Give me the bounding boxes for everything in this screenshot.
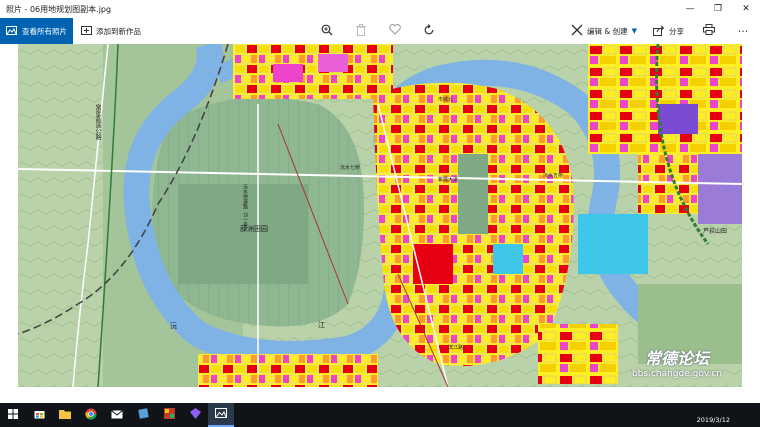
taskbar-mail[interactable] [104,403,130,427]
share-label: 分享 [669,26,684,36]
windows-icon [8,408,18,422]
rotate-button[interactable] [412,18,446,44]
view-all-photos-label: 查看所有照片 [22,26,67,36]
gem-icon [189,408,201,422]
chrome-icon [85,408,97,423]
watermark-brand: 常德论坛 [644,349,709,368]
share-icon [653,25,665,38]
minimize-button[interactable]: — [676,0,704,18]
taskbar-app-5[interactable] [130,403,156,427]
river-label-jiang: 江 [318,321,325,329]
land-use-map[interactable]: 沅 江 薛洲田园 常张高速公路 沅水七桥 沅水五桥 芦荻山田 紫霞大道 沅水快速… [18,44,742,387]
maximize-button[interactable]: ❐ [704,0,732,18]
zoom-button[interactable] [310,18,344,44]
heart-icon [389,24,401,38]
taskbar-chrome[interactable] [78,403,104,427]
zoom-icon [321,24,333,39]
center-tools [310,18,446,44]
taskbar-store[interactable] [26,403,52,427]
more-button[interactable]: ··· [726,18,760,44]
close-button[interactable]: ✕ [732,0,760,18]
app-grid-icon [163,408,175,422]
edit-create-button[interactable]: 编辑 & 创建 ▼ [563,18,645,44]
right-tools: 编辑 & 创建 ▼ 分享 ··· [563,18,760,44]
taskbar-photos[interactable] [208,403,234,427]
clock-date: 2019/3/12 [696,416,730,424]
taskbar: 2019/3/12 [0,403,760,427]
chevron-down-icon: ▼ [631,27,637,35]
taskbar-explorer[interactable] [52,403,78,427]
road-label-4: 紫霞大道 [438,177,459,183]
store-icon [34,408,45,422]
photos-app-icon [215,407,227,421]
taskbar-app-7[interactable] [182,403,208,427]
add-creation-icon [81,25,92,37]
system-clock[interactable]: 2019/3/12 [697,405,730,425]
add-to-creation-button[interactable]: 添加到新作品 [73,18,149,44]
edit-create-label: 编辑 & 创建 [586,26,628,36]
road-label-3: 芦荻山田 [703,228,728,235]
share-button[interactable]: 分享 [645,18,692,44]
print-icon [703,24,715,38]
taskbar-app-6[interactable] [156,403,182,427]
view-all-photos-button[interactable]: 查看所有照片 [0,18,73,44]
mail-icon [111,409,123,422]
add-to-creation-label: 添加到新作品 [96,26,141,36]
photo-viewer: 沅 江 薛洲田园 常张高速公路 沅水七桥 沅水五桥 芦荻山田 紫霞大道 沅水快速… [0,44,760,403]
edit-tools-icon [571,24,583,38]
road-label-1: 沅水七桥 [340,165,361,171]
road-label-2: 沅水五桥 [543,173,564,179]
trash-icon [356,23,366,39]
rotate-icon [423,23,435,39]
start-button[interactable] [0,403,26,427]
road-label-7: 市城北 [438,97,454,103]
delete-button[interactable] [344,18,378,44]
expressway-label: 常张高速公路 [94,104,101,140]
window-title: 照片 - 06用地规划图副本.jpg [6,4,112,14]
photos-icon [6,25,17,37]
toolbar: 查看所有照片 添加到新作品 编辑 & 创建 ▼ 分享 ··· [0,18,760,44]
title-bar: 照片 - 06用地规划图副本.jpg — ❐ ✕ [0,0,760,18]
folder-icon [59,409,71,422]
favorite-button[interactable] [378,18,412,44]
road-label-5: 沅水快速路（S一号） [242,184,248,233]
watermark-url: bbs.changde.gov.cn [631,369,722,379]
app-icon [137,408,149,422]
river-label-yuan: 沅 [170,322,177,330]
road-label-6: 滨江路 [448,345,464,351]
forum-watermark: 常德论坛 bbs.changde.gov.cn [632,345,722,379]
print-button[interactable] [692,18,726,44]
map-graphic [18,44,742,387]
